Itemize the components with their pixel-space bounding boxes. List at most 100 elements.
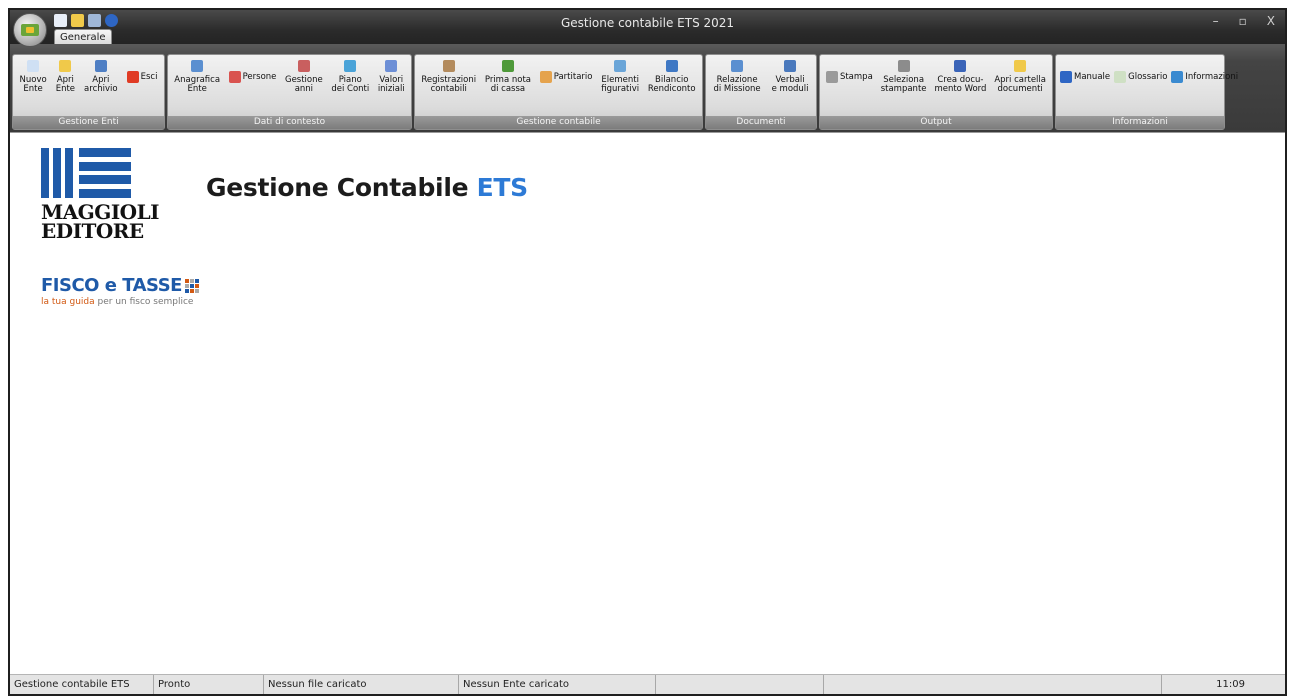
logo-text-line2: EDITORE <box>41 219 144 243</box>
ribbon-button-label: Relazione di Missione <box>713 75 761 94</box>
status-empty-2 <box>824 675 1162 694</box>
maggioli-logo-mark <box>41 148 153 198</box>
ribbon-button-initial-values[interactable]: Valori iniziali <box>376 57 407 94</box>
status-time: 11:09 <box>1216 679 1245 690</box>
archive-icon <box>94 60 107 72</box>
ribbon-button-label: Crea docu- mento Word <box>934 75 987 94</box>
ribbon-button-label: Bilancio Rendiconto <box>647 75 696 94</box>
ribbon-button-label: Valori iniziali <box>377 75 405 94</box>
ribbon-button-mission-report[interactable]: Relazione di Missione <box>711 57 762 94</box>
ribbon-button-print[interactable]: Stampa <box>824 57 875 83</box>
figurative-elements-icon <box>614 60 627 72</box>
ledger-icon <box>539 71 552 83</box>
ribbon-button-label: Prima nota di cassa <box>484 75 531 94</box>
ribbon-button-manual[interactable]: Manuale <box>1058 57 1112 83</box>
ribbon-button-label: Seleziona stampante <box>880 75 927 94</box>
ribbon-button-balance[interactable]: Bilancio Rendiconto <box>646 57 698 94</box>
page-title-accent: ETS <box>476 173 529 202</box>
documents-folder-icon <box>1014 60 1027 72</box>
ribbon-button-label: Elementi figurativi <box>601 75 640 94</box>
ribbon-button-minutes[interactable]: Verbali e moduli <box>770 57 811 94</box>
ribbon-button-archive[interactable]: Apri archivio <box>82 57 120 94</box>
select-printer-icon <box>897 60 910 72</box>
maggioli-logo: MAGGIOLI EDITORE <box>41 148 160 243</box>
status-file: Nessun file caricato <box>264 675 459 694</box>
status-app: Gestione contabile ETS <box>10 675 154 694</box>
ribbon-group-items: Stampa Seleziona stampante Crea docu- ment… <box>820 55 1052 117</box>
ribbon-button-label: Piano dei Conti <box>331 75 370 94</box>
ribbon-group-5: Manuale Glossario Informazioni Informazioni <box>1055 54 1238 130</box>
ribbon-button-calendar[interactable]: Gestione anni <box>283 57 325 94</box>
ribbon-button-label: Persone <box>242 71 277 82</box>
ribbon-group-1: Anagrafica Ente Persone Gestione anni Piano… <box>167 54 412 130</box>
ribbon-button-label: Manuale <box>1074 71 1111 82</box>
ribbon-button-documents-folder[interactable]: Apri cartella documenti <box>992 57 1048 94</box>
ribbon-button-glossary[interactable]: Glossario <box>1112 57 1169 83</box>
registrations-icon <box>442 60 455 72</box>
page-title-main: Gestione Contabile <box>206 173 477 202</box>
status-state: Pronto <box>154 675 264 694</box>
fisco-grid-icon <box>184 279 199 293</box>
ribbon-group-label: Output <box>820 116 1052 129</box>
ribbon-button-cash-book[interactable]: Prima nota di cassa <box>483 57 533 94</box>
tab-generale[interactable]: Generale <box>54 29 112 45</box>
chart-of-accounts-icon <box>344 60 357 72</box>
ribbon-button-label: Anagrafica Ente <box>174 75 221 94</box>
ribbon-button-people[interactable]: Persone <box>227 57 279 83</box>
ribbon-button-registry[interactable]: Anagrafica Ente <box>172 57 222 94</box>
close-button[interactable]: X <box>1267 14 1275 28</box>
initial-values-icon <box>385 60 398 72</box>
ribbon-group-label: Gestione Enti <box>13 116 164 129</box>
ribbon-group-items: Nuovo Ente Apri Ente Apri archivio Esci <box>13 55 164 117</box>
status-bar: Gestione contabile ETS Pronto Nessun fil… <box>10 674 1285 694</box>
ribbon-button-label: Verbali e moduli <box>771 75 809 94</box>
app-logo-icon <box>21 24 39 36</box>
application-menu-button[interactable] <box>13 13 47 47</box>
ribbon-button-registrations[interactable]: Registrazioni contabili <box>419 57 478 94</box>
ribbon-button-ledger[interactable]: Partitario <box>538 57 595 83</box>
ribbon-button-select-printer[interactable]: Seleziona stampante <box>879 57 929 94</box>
window-title: Gestione contabile ETS 2021 <box>560 16 735 30</box>
status-ente: Nessun Ente caricato <box>459 675 656 694</box>
ribbon-button-label: Partitario <box>553 71 593 82</box>
ribbon-button-label: Registrazioni contabili <box>421 75 477 94</box>
ribbon-button-label: Apri Ente <box>55 75 76 94</box>
ribbon-button-info[interactable]: Informazioni <box>1169 57 1240 83</box>
minutes-icon <box>784 60 797 72</box>
ribbon-button-word-document[interactable]: Crea docu- mento Word <box>932 57 988 94</box>
ribbon-button-label: Informazioni <box>1185 71 1239 82</box>
minimize-button[interactable]: – <box>1213 14 1219 28</box>
calendar-icon <box>297 60 310 72</box>
glossary-icon <box>1114 71 1127 83</box>
fisco-e-tasse-logo: FISCO e TASSE la tua guida per un fisco … <box>41 275 199 307</box>
fisco-title-b: TASSE <box>122 275 182 296</box>
main-content: MAGGIOLI EDITORE Gestione Contabile ETS … <box>10 132 1285 678</box>
fisco-sub-rest: per un fisco semplice <box>94 297 194 307</box>
ribbon-group-items: Manuale Glossario Informazioni <box>1056 55 1238 117</box>
manual-icon <box>1060 71 1072 83</box>
exit-icon <box>126 71 139 83</box>
ribbon-button-label: Glossario <box>1128 71 1168 82</box>
registry-icon <box>191 60 204 72</box>
ribbon-button-figurative-elements[interactable]: Elementi figurativi <box>599 57 641 94</box>
ribbon-group-2: Registrazioni contabili Prima nota di cas… <box>414 54 703 130</box>
ribbon-group-3: Relazione di Missione Verbali e moduli Doc… <box>705 54 817 130</box>
ribbon-button-label: Gestione anni <box>284 75 323 94</box>
ribbon-button-new-doc[interactable]: Nuovo Ente <box>18 57 49 94</box>
maximize-button[interactable]: ▫ <box>1239 14 1247 28</box>
word-document-icon <box>954 60 967 72</box>
ribbon-group-items: Registrazioni contabili Prima nota di cas… <box>415 55 702 117</box>
print-icon <box>825 71 838 83</box>
ribbon-button-chart-of-accounts[interactable]: Piano dei Conti <box>329 57 371 94</box>
ribbon-button-open-folder[interactable]: Apri Ente <box>54 57 77 94</box>
ribbon-group-items: Relazione di Missione Verbali e moduli <box>706 55 816 117</box>
new-doc-icon <box>27 60 40 72</box>
ribbon-button-exit[interactable]: Esci <box>125 57 160 83</box>
ribbon-button-label: Nuovo Ente <box>19 75 47 94</box>
open-folder-icon <box>59 60 72 72</box>
ribbon-group-label: Gestione contabile <box>415 116 702 129</box>
fisco-sub-accent: la tua guida <box>41 297 95 307</box>
ribbon-groups: Nuovo Ente Apri Ente Apri archivio Esci Gest… <box>12 54 1238 130</box>
ribbon-group-label: Dati di contesto <box>168 116 411 129</box>
ribbon-group-items: Anagrafica Ente Persone Gestione anni Piano… <box>168 55 411 117</box>
